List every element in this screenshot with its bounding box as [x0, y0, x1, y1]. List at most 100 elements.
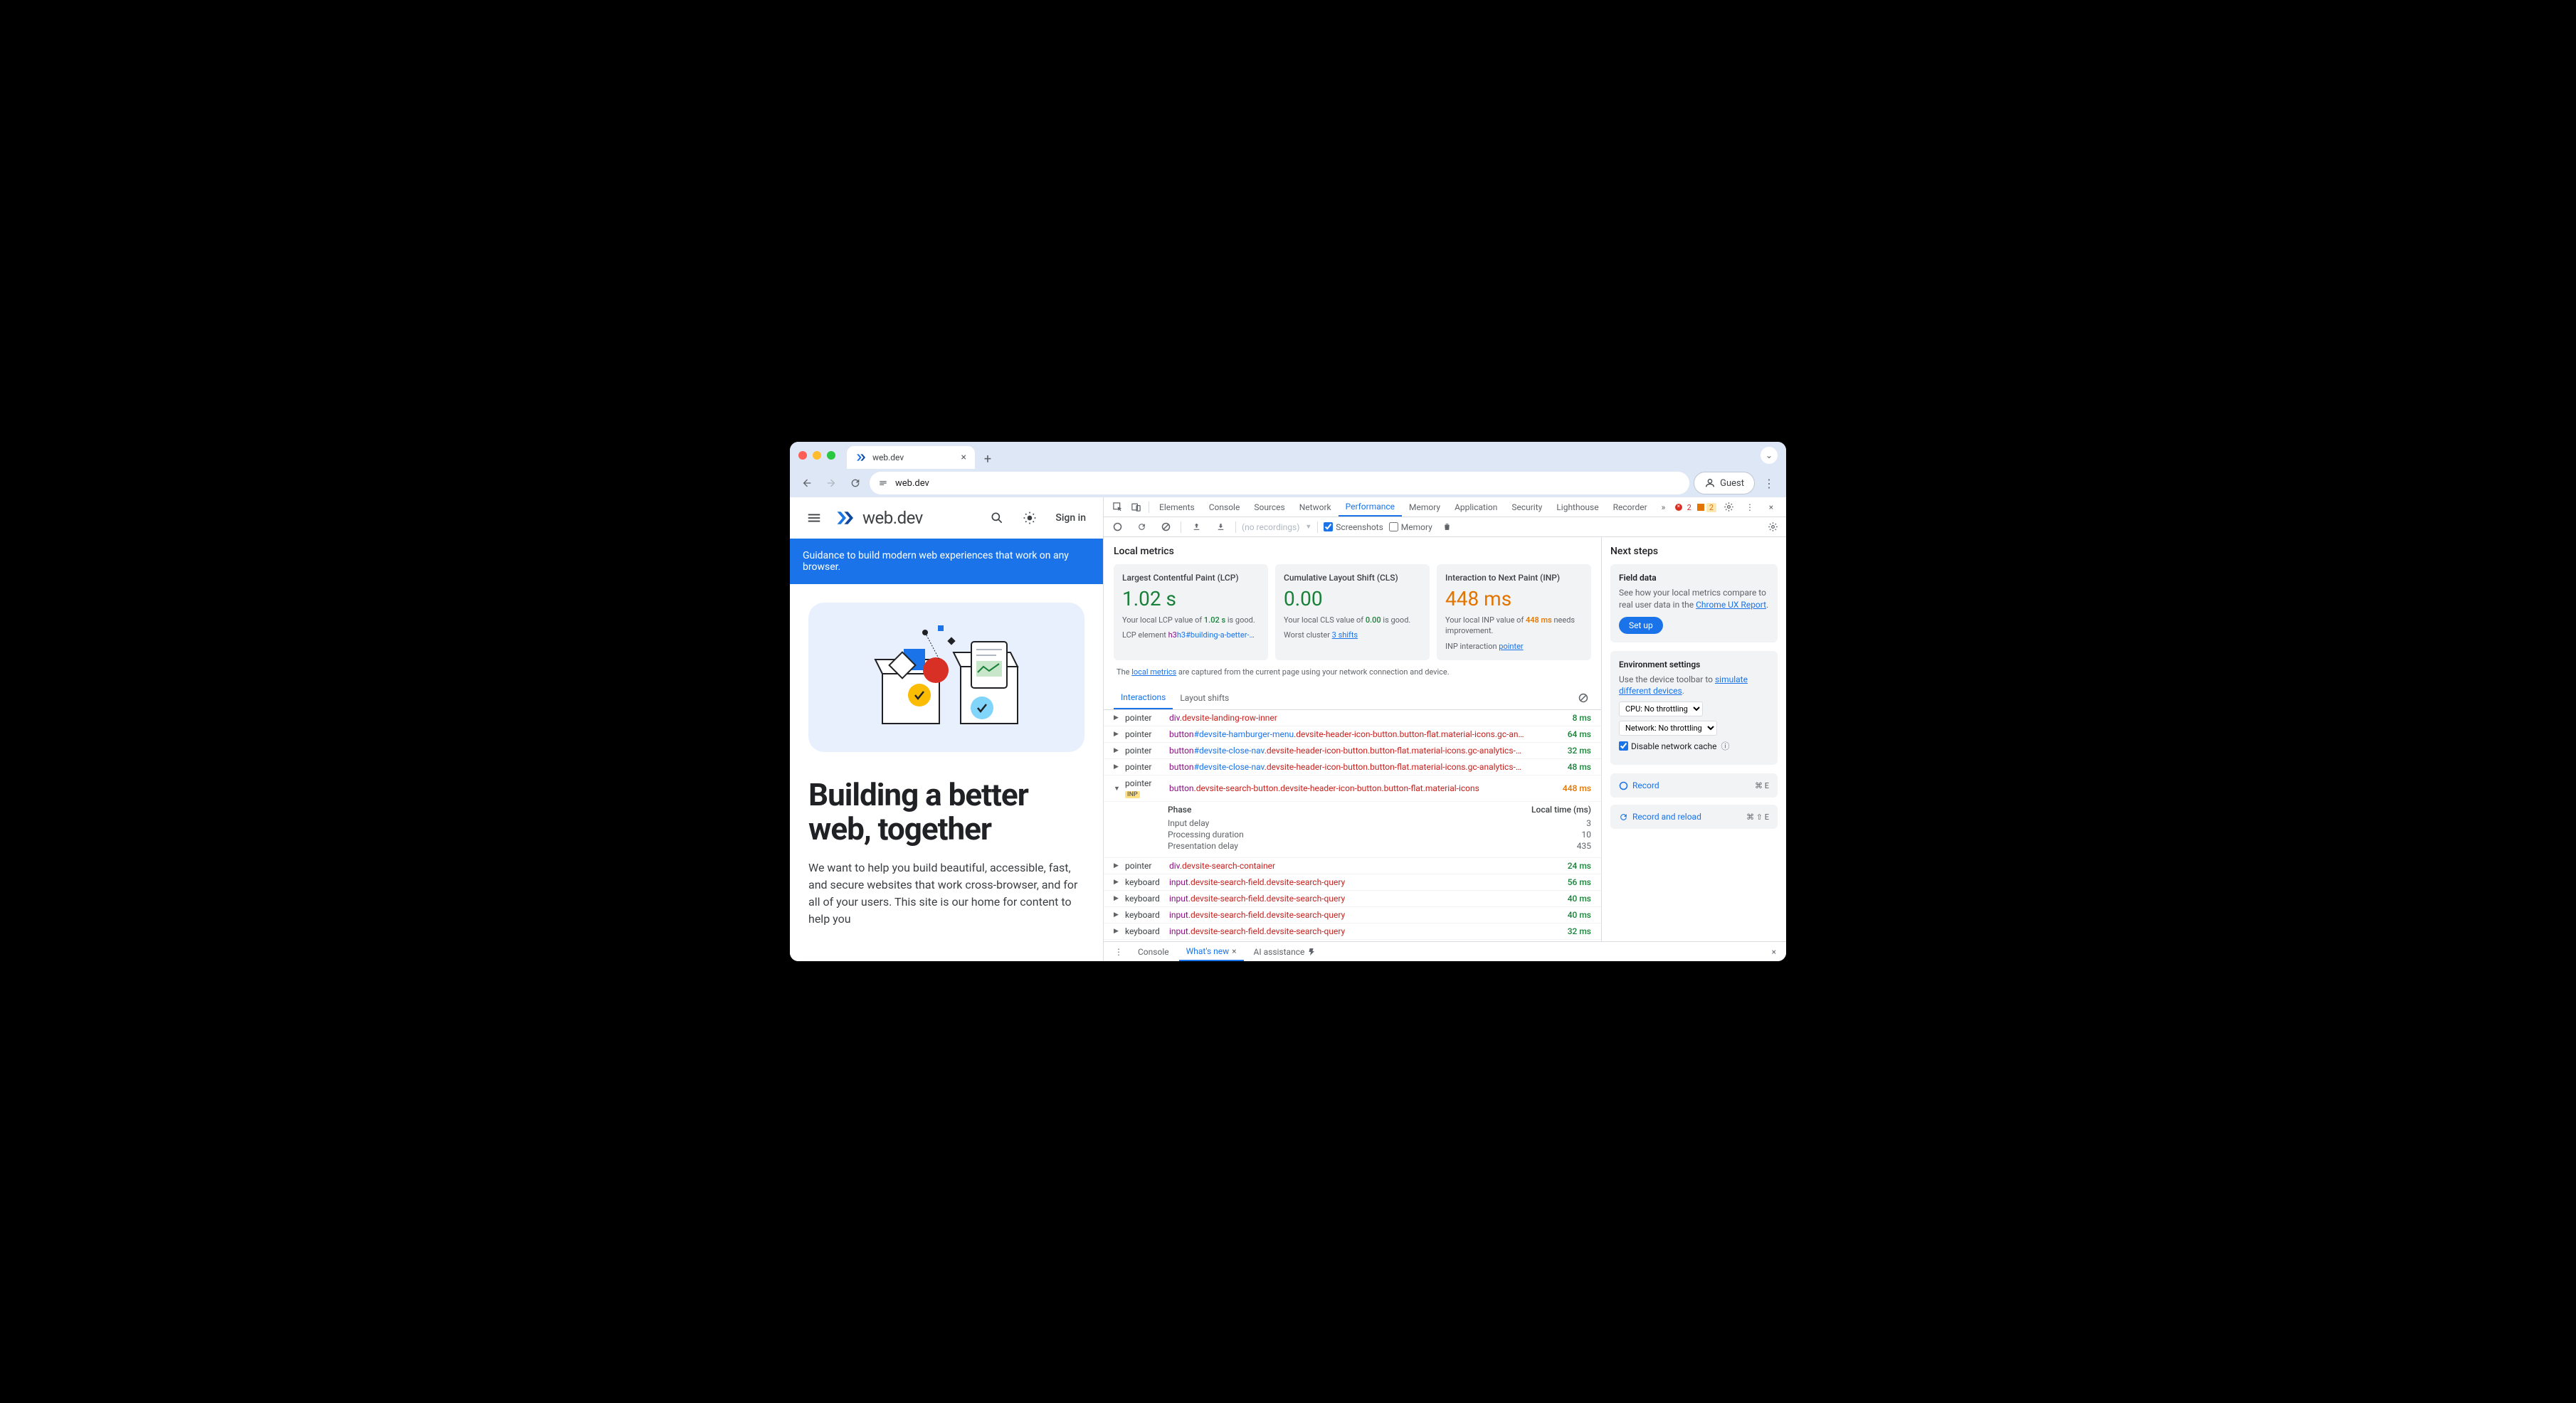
browser-menu-button[interactable]: ⋮ — [1759, 473, 1779, 493]
address-bar[interactable]: web.dev — [870, 472, 1689, 494]
devtools-panel: Elements Console Sources Network Perform… — [1103, 497, 1786, 961]
clear-interactions-icon[interactable] — [1578, 693, 1591, 703]
screenshots-checkbox[interactable]: Screenshots — [1324, 522, 1383, 532]
local-metrics-note: The local metrics are captured from the … — [1104, 660, 1601, 684]
browser-tab[interactable]: web.dev × — [847, 446, 975, 469]
close-window[interactable] — [798, 451, 807, 460]
settings-icon[interactable] — [1719, 502, 1738, 512]
drawer-ai-assistance[interactable]: AI assistance — [1247, 942, 1324, 961]
forward-button[interactable] — [821, 473, 841, 493]
record-action[interactable]: Record ⌘ E — [1610, 773, 1778, 798]
record-icon[interactable] — [1108, 522, 1126, 531]
site-settings-icon[interactable] — [878, 478, 888, 488]
cpu-throttle-select[interactable]: CPU: No throttling — [1619, 702, 1703, 716]
lcp-value: 1.02 s — [1122, 587, 1260, 610]
hero-section: Building a better web, together We want … — [790, 584, 1103, 946]
cls-shifts-link[interactable]: 3 shifts — [1332, 630, 1358, 640]
more-tabs-icon[interactable]: » — [1654, 497, 1673, 517]
env-settings-card: Environment settings Use the device tool… — [1610, 651, 1778, 766]
error-badge[interactable]: × 2 — [1675, 502, 1694, 512]
interaction-row[interactable]: ▶keyboard input.devsite-search-field.dev… — [1104, 923, 1601, 940]
profile-label: Guest — [1720, 478, 1744, 489]
tab-network[interactable]: Network — [1292, 497, 1339, 517]
new-tab-button[interactable]: + — [978, 449, 998, 469]
perf-main: Local metrics Largest Contentful Paint (… — [1104, 537, 1601, 941]
interaction-row[interactable]: ▶keyboard input.devsite-search-field.dev… — [1104, 891, 1601, 907]
more-icon[interactable]: ⋮ — [1741, 502, 1759, 512]
inp-value: 448 ms — [1445, 587, 1583, 610]
drawer-whats-new[interactable]: What's new × — [1179, 942, 1244, 961]
gc-icon[interactable] — [1438, 522, 1457, 531]
recordings-dropdown[interactable]: (no recordings) — [1242, 522, 1299, 532]
warning-badge[interactable]: 2 — [1697, 502, 1716, 512]
theme-toggle-icon[interactable] — [1018, 507, 1041, 529]
inp-card: Interaction to Next Paint (INP) 448 ms Y… — [1437, 564, 1591, 660]
subtab-layout-shifts[interactable]: Layout shifts — [1173, 687, 1236, 709]
record-reload-action[interactable]: Record and reload ⌘ ⇧ E — [1610, 805, 1778, 829]
interaction-row[interactable]: ▶pointer button#devsite-close-nav.devsit… — [1104, 743, 1601, 759]
back-button[interactable] — [797, 473, 817, 493]
field-data-card: Field data See how your local metrics co… — [1610, 564, 1778, 642]
tab-lighthouse[interactable]: Lighthouse — [1549, 497, 1605, 517]
maximize-window[interactable] — [827, 451, 835, 460]
profile-button[interactable]: Guest — [1694, 472, 1755, 494]
tab-console[interactable]: Console — [1202, 497, 1247, 517]
local-metrics-heading: Local metrics — [1104, 546, 1601, 564]
interaction-row[interactable]: ▶pointer div.devsite-search-container24 … — [1104, 858, 1601, 874]
tab-sources[interactable]: Sources — [1247, 497, 1292, 517]
tab-application[interactable]: Application — [1447, 497, 1504, 517]
sign-in-button[interactable]: Sign in — [1051, 512, 1090, 524]
perf-sidebar: Next steps Field data See how your local… — [1601, 537, 1786, 941]
interaction-row[interactable]: ▶pointer button#devsite-hamburger-menu.d… — [1104, 726, 1601, 743]
clear-icon[interactable] — [1156, 522, 1175, 531]
interaction-row[interactable]: ▶pointer button#devsite-close-nav.devsit… — [1104, 759, 1601, 775]
hero-body: We want to help you build beautiful, acc… — [808, 859, 1084, 928]
perf-settings-icon[interactable] — [1763, 522, 1782, 532]
close-drawer-icon[interactable]: × — [1768, 947, 1780, 957]
drawer-menu-icon[interactable]: ⋮ — [1109, 947, 1128, 957]
interaction-row[interactable]: ▼pointer INPbutton.devsite-search-button… — [1104, 775, 1601, 802]
reload-button[interactable] — [845, 473, 865, 493]
tab-security[interactable]: Security — [1504, 497, 1549, 517]
inp-interaction-link[interactable]: pointer — [1499, 642, 1523, 651]
reload-record-icon[interactable] — [1132, 522, 1151, 531]
minimize-window[interactable] — [813, 451, 821, 460]
interaction-row[interactable]: ▶keyboard input.devsite-search-field.dev… — [1104, 907, 1601, 923]
titlebar: web.dev × + ⌄ — [790, 442, 1786, 469]
search-icon[interactable] — [986, 507, 1008, 529]
device-toolbar-icon[interactable] — [1126, 497, 1145, 517]
close-devtools-icon[interactable]: × — [1762, 502, 1780, 512]
interaction-subtabs: Interactions Layout shifts — [1104, 687, 1601, 710]
window-dropdown[interactable]: ⌄ — [1761, 447, 1778, 464]
crux-report-link[interactable]: Chrome UX Report — [1696, 600, 1766, 610]
tab-performance[interactable]: Performance — [1339, 497, 1402, 517]
drawer-console[interactable]: Console — [1131, 942, 1176, 961]
hamburger-menu-icon[interactable] — [803, 507, 825, 529]
tab-recorder[interactable]: Recorder — [1606, 497, 1654, 517]
setup-button[interactable]: Set up — [1619, 617, 1663, 634]
site-logo[interactable]: web.dev — [835, 507, 923, 529]
subtab-interactions[interactable]: Interactions — [1114, 687, 1173, 709]
webdev-logo-icon — [835, 507, 857, 529]
inspect-element-icon[interactable] — [1108, 497, 1126, 517]
help-icon[interactable]: ⓘ — [1721, 740, 1729, 752]
memory-checkbox[interactable]: Memory — [1389, 522, 1432, 532]
tab-elements[interactable]: Elements — [1152, 497, 1202, 517]
local-metrics-link[interactable]: local metrics — [1131, 667, 1176, 677]
disable-cache-checkbox[interactable]: Disable network cache — [1619, 741, 1716, 751]
tabstrip: web.dev × + — [847, 442, 998, 469]
download-icon[interactable] — [1211, 522, 1230, 531]
browser-window: web.dev × + ⌄ web.dev Guest ⋮ web.d — [790, 442, 1786, 961]
upload-icon[interactable] — [1187, 522, 1205, 531]
webdev-favicon — [855, 452, 867, 463]
tab-title: web.dev — [872, 452, 904, 462]
perf-toolbar: (no recordings) ▼ Screenshots Memory — [1104, 517, 1786, 537]
page-banner: Guidance to build modern web experiences… — [790, 539, 1103, 584]
interaction-row[interactable]: ▶keyboard input.devsite-search-field.dev… — [1104, 874, 1601, 891]
tab-memory[interactable]: Memory — [1402, 497, 1447, 517]
interaction-row[interactable]: ▶pointer div.devsite-landing-row-inner8 … — [1104, 710, 1601, 726]
devtools-tabs: Elements Console Sources Network Perform… — [1104, 497, 1786, 517]
interactions-table: ▶pointer div.devsite-landing-row-inner8 … — [1104, 710, 1601, 940]
close-tab-icon[interactable]: × — [961, 452, 966, 463]
network-throttle-select[interactable]: Network: No throttling — [1619, 721, 1717, 736]
